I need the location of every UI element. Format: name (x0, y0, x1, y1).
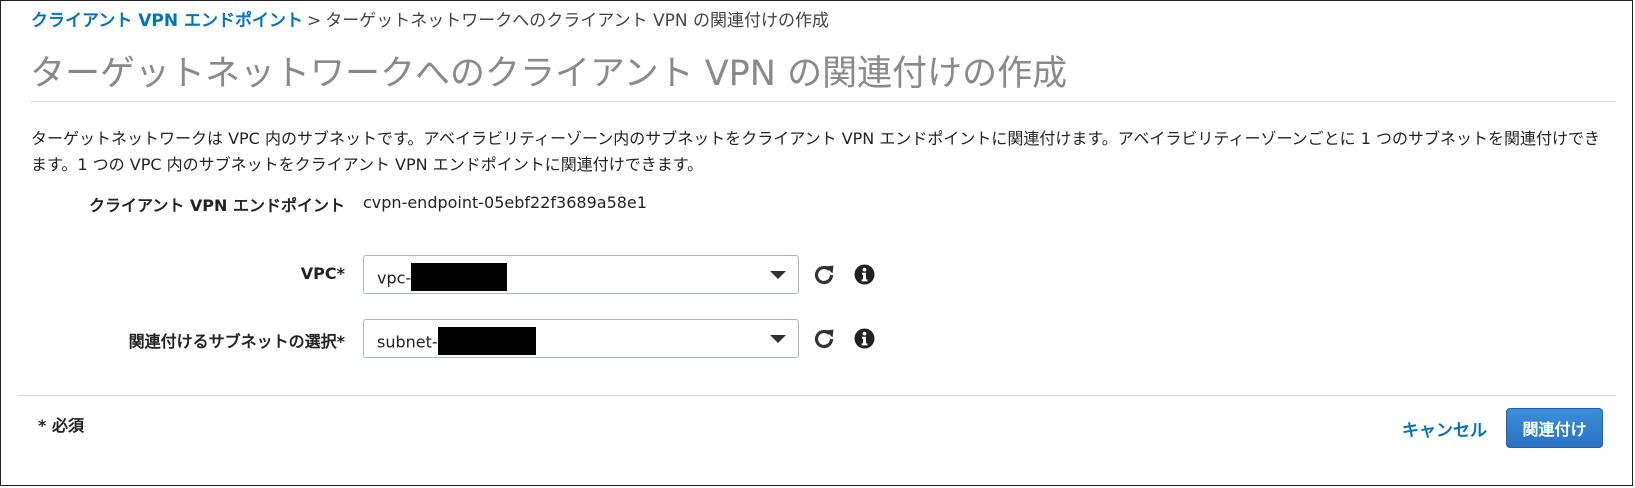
subnet-select[interactable]: subnet- (363, 319, 799, 358)
breadcrumb-current: ターゲットネットワークへのクライアント VPN の関連付けの作成 (325, 11, 829, 31)
associate-button[interactable]: 関連付け (1506, 408, 1603, 448)
subnet-label: 関連付けるサブネットの選択* (128, 332, 345, 351)
chevron-down-icon (770, 335, 786, 343)
breadcrumb-separator: > (307, 11, 322, 31)
subnet-redaction (437, 327, 536, 355)
endpoint-label: クライアント VPN エンドポイント (88, 196, 345, 215)
required-note: * 必須 (38, 416, 84, 435)
vpc-label: VPC* (300, 264, 345, 283)
breadcrumb-link-client-vpn-endpoints[interactable]: クライアント VPN エンドポイント (31, 11, 303, 31)
footer-divider (18, 395, 1616, 396)
cancel-button[interactable]: キャンセル (1402, 416, 1487, 441)
vpc-select-value: vpc- (377, 263, 508, 293)
subnet-value-prefix: subnet- (377, 332, 438, 352)
vpc-value-prefix: vpc- (377, 268, 412, 288)
refresh-icon[interactable] (812, 327, 836, 351)
refresh-icon[interactable] (812, 263, 836, 287)
page-description: ターゲットネットワークは VPC 内のサブネットです。アベイラビリティーゾーン内… (31, 129, 1601, 174)
page-title: ターゲットネットワークへのクライアント VPN の関連付けの作成 (30, 54, 1068, 94)
title-divider (31, 101, 1616, 102)
vpc-redaction (411, 263, 508, 291)
info-icon[interactable] (854, 328, 875, 349)
subnet-select-value: subnet- (377, 327, 536, 357)
info-icon[interactable] (854, 264, 875, 285)
breadcrumb: クライアント VPN エンドポイント > ターゲットネットワークへのクライアント V… (31, 10, 829, 32)
endpoint-value: cvpn-endpoint-05ebf22f3689a58e1 (363, 193, 647, 212)
chevron-down-icon (770, 271, 786, 279)
vpc-select[interactable]: vpc- (363, 255, 799, 294)
